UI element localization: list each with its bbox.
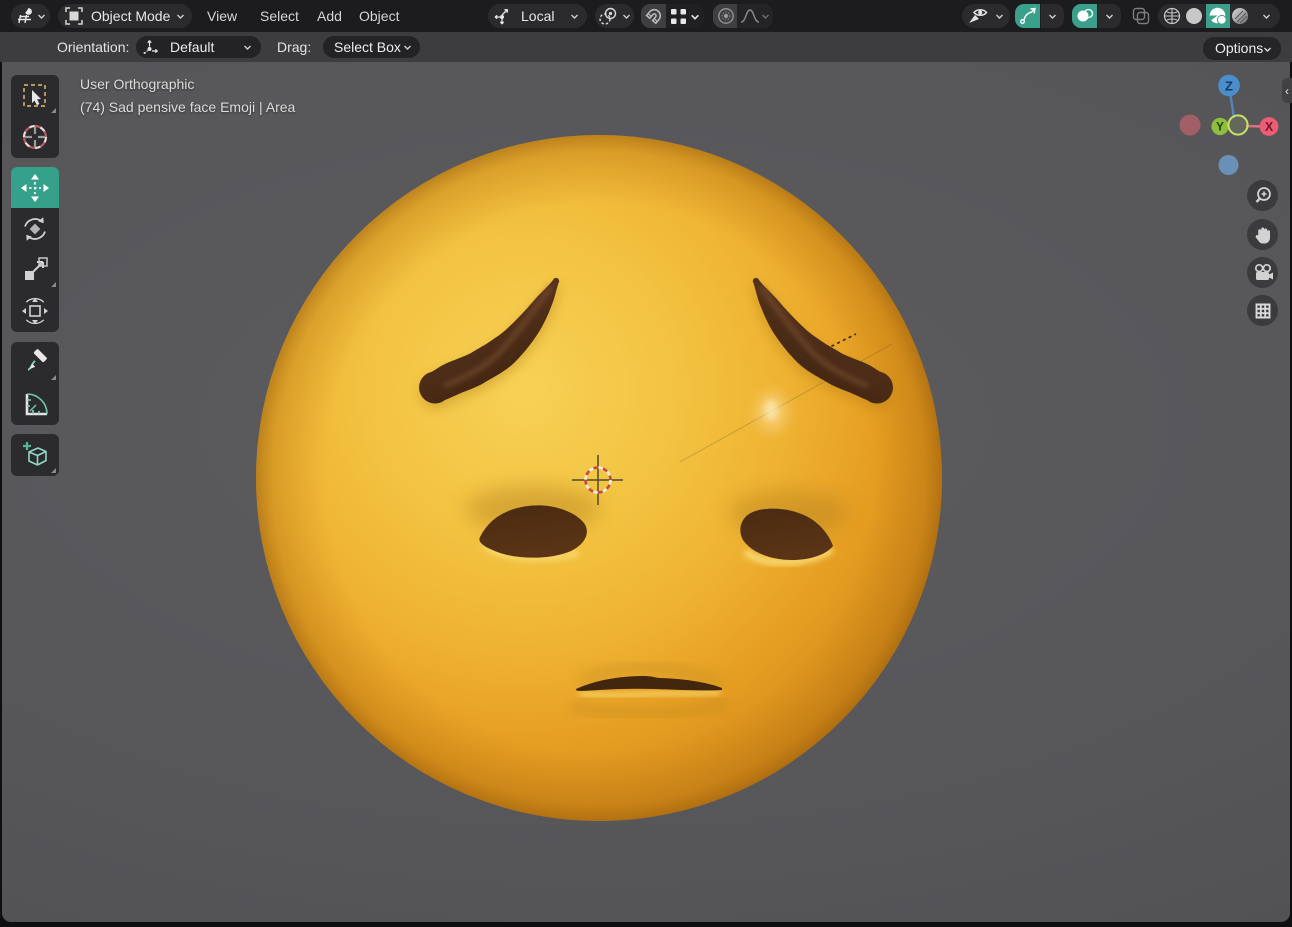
svg-text:Z: Z: [1225, 78, 1233, 93]
svg-text:X: X: [1265, 120, 1274, 134]
svg-text:Y: Y: [1216, 120, 1224, 134]
